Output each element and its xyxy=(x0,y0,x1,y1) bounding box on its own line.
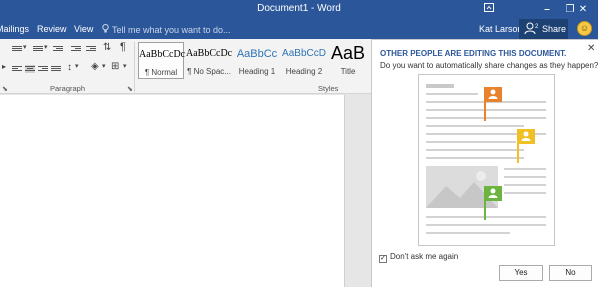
justify-icon[interactable] xyxy=(51,65,61,73)
style-no-spacing[interactable]: AaBbCcDc ¶ No Spac... xyxy=(186,42,232,79)
lightbulb-icon xyxy=(102,24,109,35)
numbering-dropdown-icon[interactable]: ▾ xyxy=(44,43,48,51)
numbering-icon[interactable] xyxy=(33,45,43,53)
align-right-icon[interactable] xyxy=(38,65,48,73)
tell-me-box[interactable]: Tell me what you want to do... xyxy=(102,24,231,35)
account-name[interactable]: Kat Larson xyxy=(479,24,523,34)
share-label: Share xyxy=(542,24,567,34)
notification-question: Do you want to automatically share chang… xyxy=(380,61,598,70)
style-heading-2[interactable]: AaBbCcD Heading 2 xyxy=(282,42,326,79)
close-pane-button[interactable]: ✕ xyxy=(587,43,595,54)
shading-icon[interactable]: ◈ xyxy=(91,61,99,72)
tell-me-text: Tell me what you want to do... xyxy=(112,25,231,35)
style-name: ¶ No Spac... xyxy=(187,67,231,76)
close-window-button[interactable]: ✕ xyxy=(568,0,598,19)
style-title[interactable]: AaB Title xyxy=(328,42,368,79)
dont-ask-again-checkbox[interactable]: ✓ xyxy=(379,255,387,263)
document-area[interactable] xyxy=(0,95,372,287)
line-spacing-icon[interactable]: ↕ xyxy=(67,62,72,73)
paragraph-dialog-launcher-icon[interactable]: ⬊ xyxy=(127,85,133,93)
dont-ask-again-label: Don't ask me again xyxy=(390,252,459,261)
style-preview: AaBbCc xyxy=(236,48,278,60)
show-formatting-marks-icon[interactable]: ¶ xyxy=(120,41,126,53)
yes-button[interactable]: Yes xyxy=(499,265,543,281)
align-center-icon[interactable] xyxy=(25,65,35,73)
person-flag-yellow-icon xyxy=(517,129,535,168)
multilevel-list-icon[interactable] xyxy=(53,45,63,53)
paragraph-group-label: Paragraph xyxy=(50,84,86,93)
style-preview: AaBbCcDc xyxy=(139,49,186,60)
svg-text:2: 2 xyxy=(535,24,539,30)
ribbon-tabs: Mailings Review View Tell me what you wa… xyxy=(0,19,598,39)
person-share-icon: 2 xyxy=(524,22,540,37)
notification-heading: OTHER PEOPLE ARE EDITING THIS DOCUMENT. xyxy=(380,49,567,58)
tab-view[interactable]: View xyxy=(74,24,93,34)
styles-group-label: Styles xyxy=(318,84,339,93)
style-preview: AaB xyxy=(330,43,366,63)
line-spacing-dropdown-icon[interactable]: ▾ xyxy=(75,62,79,70)
borders-icon[interactable]: ⊞ xyxy=(111,61,119,72)
sort-icon[interactable]: ⇅ xyxy=(103,42,111,53)
style-preview: AaBbCcDc xyxy=(186,48,233,59)
increase-indent-icon[interactable] xyxy=(86,45,96,53)
ribbon-display-options-icon[interactable] xyxy=(474,0,504,19)
style-name: Heading 1 xyxy=(238,67,276,76)
tab-review[interactable]: Review xyxy=(37,24,67,34)
person-flag-orange-icon xyxy=(484,87,502,126)
dont-ask-again-row[interactable]: ✓ Don't ask me again xyxy=(379,252,458,263)
document-page[interactable] xyxy=(0,95,345,287)
style-name: Title xyxy=(340,67,356,76)
style-name: Heading 2 xyxy=(285,67,323,76)
title-bar: Document1 - Word – ❐ ✕ xyxy=(0,0,598,19)
shared-document-illustration xyxy=(418,74,555,246)
ribbon-divider xyxy=(134,42,135,92)
align-left-icon[interactable] xyxy=(12,65,22,73)
window-title: Document1 - Word xyxy=(257,3,341,14)
shading-dropdown-icon[interactable]: ▾ xyxy=(102,62,106,70)
bullets-icon[interactable] xyxy=(12,45,22,53)
feedback-smiley-icon[interactable]: ☺ xyxy=(577,21,592,36)
style-name: ¶ Normal xyxy=(144,68,178,77)
decrease-indent-icon[interactable] xyxy=(71,45,81,53)
bullets-dropdown-icon[interactable]: ▾ xyxy=(23,43,27,51)
style-normal[interactable]: AaBbCcDc ¶ Normal xyxy=(138,42,186,79)
style-heading-1[interactable]: AaBbCc Heading 1 xyxy=(234,42,280,79)
no-button[interactable]: No xyxy=(549,265,592,281)
borders-dropdown-icon[interactable]: ▾ xyxy=(123,62,127,70)
ribbon-scroll-icon[interactable]: ▸ xyxy=(2,62,6,71)
style-preview: AaBbCcD xyxy=(282,48,326,59)
share-button[interactable]: 2 Share xyxy=(519,19,568,39)
person-flag-green-icon xyxy=(484,186,502,225)
coauthoring-notification-pane: ✕ OTHER PEOPLE ARE EDITING THIS DOCUMENT… xyxy=(371,39,598,287)
tab-mailings[interactable]: Mailings xyxy=(0,24,29,34)
font-dialog-launcher-icon[interactable]: ⬊ xyxy=(2,85,8,93)
